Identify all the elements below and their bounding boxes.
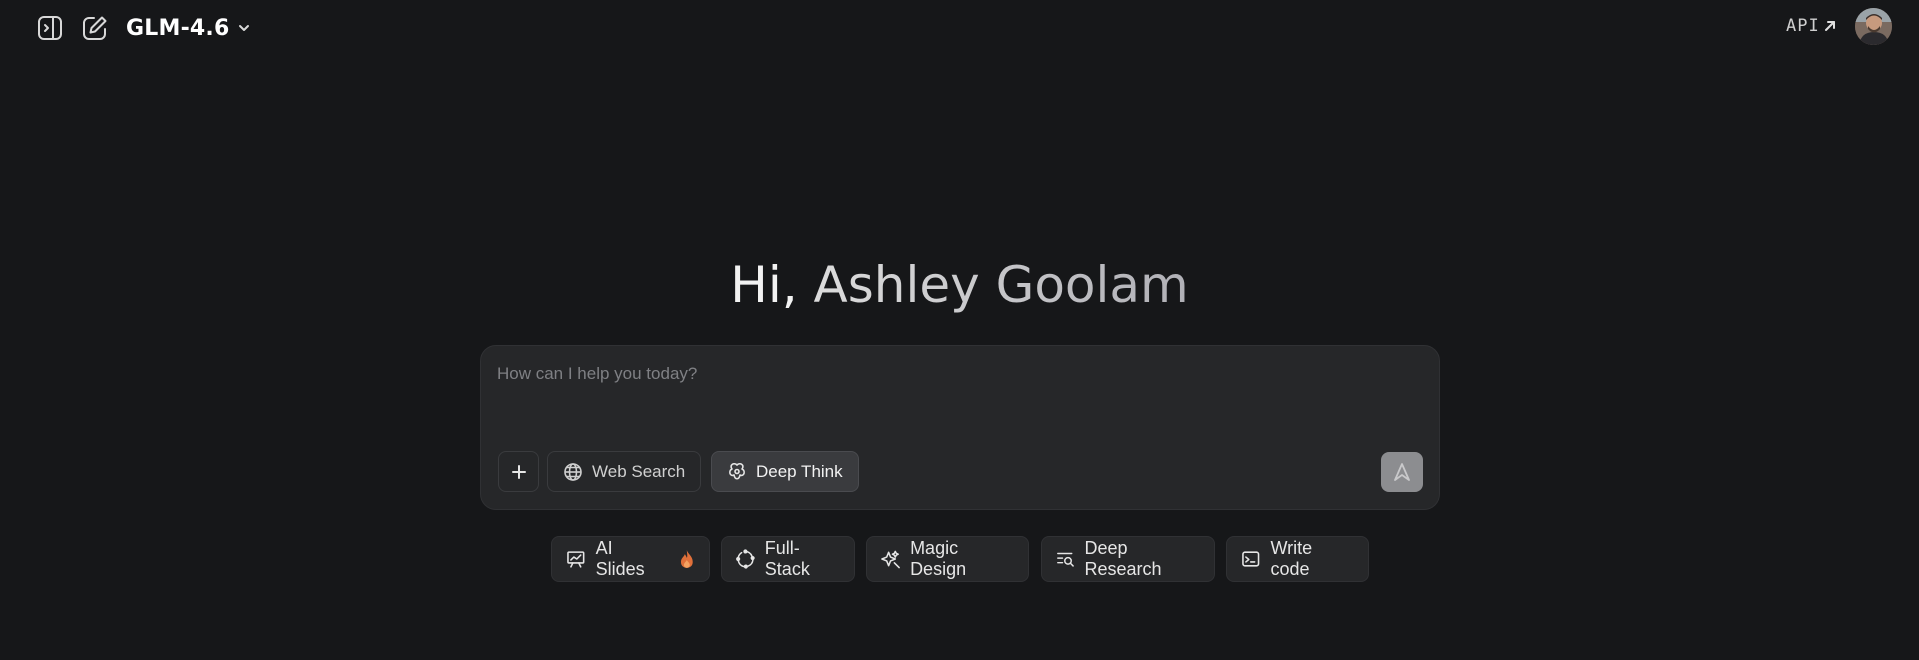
new-chat-button[interactable] (79, 12, 111, 44)
api-label: API (1786, 16, 1820, 36)
model-selector[interactable]: GLM-4.6 (126, 12, 251, 44)
send-icon (1394, 463, 1410, 481)
deep-research-icon (1057, 552, 1074, 567)
web-search-toggle[interactable]: Web Search (547, 451, 702, 492)
greeting-heading: Hi, Ashley Goolam (0, 256, 1919, 314)
sidebar-toggle-icon (38, 16, 62, 40)
chip-label: AI Slides (595, 538, 645, 579)
deep-think-icon (729, 462, 745, 480)
full-stack-icon (736, 549, 755, 569)
greeting-name: Ashley Goolam (813, 256, 1189, 314)
chip-full-stack[interactable]: Full-Stack (721, 536, 855, 582)
chat-input[interactable] (497, 364, 1417, 424)
new-chat-icon (83, 16, 107, 40)
magic-design-icon (881, 550, 900, 569)
terminal-icon (1242, 551, 1260, 567)
chevron-down-icon (239, 25, 250, 31)
fire-icon (681, 550, 694, 568)
globe-icon (564, 462, 582, 481)
sidebar-toggle-button[interactable] (34, 12, 66, 44)
send-button[interactable] (1381, 452, 1423, 492)
api-link[interactable]: API (1786, 14, 1837, 38)
deep-think-label: Deep Think (756, 461, 843, 481)
arrow-up-right-icon (1824, 21, 1835, 31)
plus-icon (511, 464, 526, 479)
chip-label: Deep Research (1084, 538, 1162, 579)
chip-label: Write code (1270, 538, 1313, 579)
chip-label: Full-Stack (764, 538, 810, 579)
chip-label: Magic Design (910, 538, 967, 579)
add-attachment-button[interactable] (498, 451, 539, 492)
chip-deep-research[interactable]: Deep Research (1041, 536, 1215, 582)
deep-think-toggle[interactable]: Deep Think (711, 451, 859, 492)
web-search-label: Web Search (592, 461, 686, 481)
model-name: GLM-4.6 (126, 15, 230, 41)
chip-magic-design[interactable]: Magic Design (866, 536, 1029, 582)
user-avatar[interactable] (1855, 8, 1892, 45)
avatar-image (1855, 8, 1892, 45)
top-bar: GLM-4.6 API (0, 0, 1919, 56)
greeting-hi: Hi, (730, 256, 798, 314)
chip-ai-slides[interactable]: AI Slides (551, 536, 710, 582)
chat-composer: Web Search Deep Think (480, 345, 1440, 510)
quick-actions: AI Slides Full-Stack Magic Design Deep R… (0, 536, 1919, 582)
chip-write-code[interactable]: Write code (1226, 536, 1369, 582)
slides-icon (567, 551, 585, 568)
